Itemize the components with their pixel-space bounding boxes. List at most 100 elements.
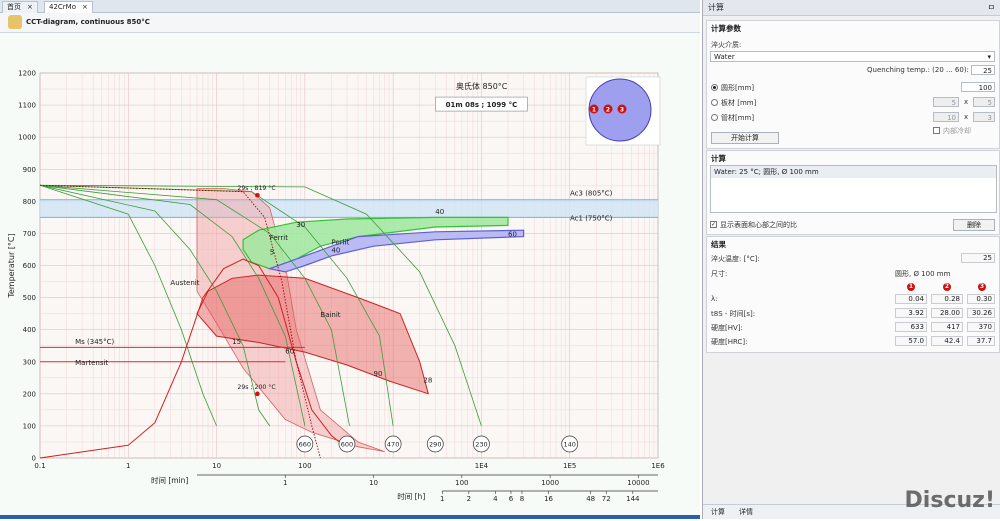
chevron-down-icon: ▾ xyxy=(987,53,991,61)
hardness-label-290: 290 xyxy=(429,441,441,449)
y-tick-label: 200 xyxy=(23,390,36,398)
y-tick-label: 800 xyxy=(23,198,36,206)
status-bar xyxy=(0,515,700,519)
tab-home[interactable]: 首页 × xyxy=(2,1,38,13)
min-axis-label: 时间 [min] xyxy=(151,475,188,485)
size-value: 圆形, Ø 100 mm xyxy=(895,270,951,278)
cct-chart-area: Ac3 (805°C) Ac1 (750°C) 0 100 200 300 400 500 60… xyxy=(0,33,700,519)
x-tick-label: 1E4 xyxy=(475,462,489,470)
quench-temp-label: Quenching temp.: (20 ... 60): xyxy=(867,66,969,74)
y-tick-label: 500 xyxy=(23,294,36,302)
inset-point-label-1: 1 xyxy=(592,107,596,114)
austenit-label: Austenit xyxy=(170,279,199,287)
min-tick-label: 10 xyxy=(369,479,378,487)
tab-42crmo[interactable]: 42CrMo × xyxy=(44,1,93,13)
zone-value-label: 90 xyxy=(374,370,383,378)
inner-cooling-checkbox[interactable] xyxy=(933,127,940,134)
zone-value-label: 30 xyxy=(296,221,305,229)
y-tick-label: 400 xyxy=(23,326,36,334)
hour-tick-label: 1 xyxy=(440,495,444,503)
hardness-label-470: 470 xyxy=(387,441,399,449)
y-tick-label: 1200 xyxy=(18,70,36,78)
tube-label: 管材[mm] xyxy=(721,114,755,122)
plate-a-input[interactable]: 5 xyxy=(933,97,959,107)
hour-tick-label: 16 xyxy=(544,495,553,503)
ac-band xyxy=(40,199,658,218)
hv-1: 633 xyxy=(895,322,927,332)
zone-value-label: 60 xyxy=(508,231,517,239)
x-tick-label: 1E5 xyxy=(563,462,576,470)
medium-select[interactable]: Water ▾ xyxy=(710,51,995,62)
tube-b-input[interactable]: 3 xyxy=(973,112,995,122)
close-icon[interactable]: × xyxy=(27,3,33,11)
zone-value-label: 40 xyxy=(331,247,340,255)
radio-round[interactable] xyxy=(711,84,718,91)
start-calc-button[interactable]: 开始计算 xyxy=(711,132,779,144)
ac3-label: Ac3 (805°C) xyxy=(570,190,613,198)
pin-icon[interactable]: ㅁ xyxy=(988,0,995,15)
calc-list[interactable]: Water: 25 °C; 圆形, Ø 100 mm xyxy=(710,165,997,213)
y-tick-label: 700 xyxy=(23,230,36,238)
min-tick-label: 1 xyxy=(283,479,287,487)
radio-plate[interactable] xyxy=(711,99,718,106)
page-title: CCT-diagram, continuous 850°C xyxy=(26,18,150,26)
info-box-text: 01m 08s ; 1099 °C xyxy=(446,101,518,109)
bainit-label: Bainit xyxy=(320,311,340,319)
zone-value-label: 60 xyxy=(285,348,294,356)
document-header: CCT-diagram, continuous 850°C xyxy=(0,13,700,33)
medium-value: Water xyxy=(714,53,735,61)
round-diameter-input[interactable]: 100 xyxy=(961,82,995,92)
hour-tick-label: 48 xyxy=(586,495,595,503)
radio-tube[interactable] xyxy=(711,114,718,121)
x-tick-label: 100 xyxy=(298,462,311,470)
show-ratio-checkbox[interactable]: ✓ xyxy=(710,221,717,228)
hour-tick-label: 72 xyxy=(602,495,611,503)
point-3-badge: 3 xyxy=(978,283,986,291)
x-tick-label: 1E6 xyxy=(651,462,665,470)
close-icon[interactable]: × xyxy=(82,3,88,11)
hrc-3: 37.7 xyxy=(967,336,995,346)
hrc-label: 硬度[HRC]: xyxy=(711,338,748,346)
tab-details[interactable]: 详情 xyxy=(739,507,753,517)
medium-label: 淬火介质: xyxy=(711,41,742,49)
cct-chart[interactable]: Ac3 (805°C)Ac1 (750°C)010020030040050060… xyxy=(0,33,700,519)
size-label: 尺寸: xyxy=(711,270,728,278)
tab-home-label: 首页 xyxy=(7,3,21,11)
calc-section: 计算 Water: 25 °C; 圆形, Ø 100 mm ✓ 显示表面和心部之… xyxy=(706,150,1000,235)
y-tick-label: 100 xyxy=(23,422,36,430)
hv-label: 硬度[HV]: xyxy=(711,324,743,332)
tube-a-input[interactable]: 10 xyxy=(933,112,959,122)
zone-value-label: 28 xyxy=(423,377,432,385)
show-ratio-label: 显示表面和心部之间的比 xyxy=(720,221,797,229)
hv-2: 417 xyxy=(931,322,963,332)
list-item[interactable]: Water: 25 °C; 圆形, Ø 100 mm xyxy=(711,166,996,178)
y-axis-label: Temperatur [°C] xyxy=(7,233,16,298)
ferrit-label: Ferrit xyxy=(270,234,289,242)
plate-label: 板材 [mm] xyxy=(721,99,757,107)
point-1-badge: 1 xyxy=(907,283,915,291)
t85-2: 28.00 xyxy=(931,308,963,318)
hour-tick-label: 144 xyxy=(626,495,640,503)
hardness-label-140: 140 xyxy=(564,441,576,449)
results-title: 结果 xyxy=(711,240,726,249)
tab-calc[interactable]: 计算 xyxy=(711,507,725,517)
plate-x: x xyxy=(964,98,969,106)
plate-b-input[interactable]: 5 xyxy=(973,97,995,107)
martensit-label: Martensit xyxy=(75,359,108,367)
hour-axis-label: 时间 [h] xyxy=(397,491,425,501)
panel-header: 计算 ㅁ xyxy=(703,0,1000,16)
watermark-logo: Discuz! xyxy=(904,488,995,513)
point-2-badge: 2 xyxy=(943,283,951,291)
round-label: 圆形[mm] xyxy=(721,84,755,92)
hardness-label-230: 230 xyxy=(475,441,487,449)
marker-point-1 xyxy=(255,192,260,198)
y-tick-label: 300 xyxy=(23,358,36,366)
result-temp-label: 淬火温度: [°C]: xyxy=(711,255,760,263)
delete-button[interactable]: 删除 xyxy=(953,219,995,231)
min-tick-label: 1000 xyxy=(541,479,559,487)
chart-title: 奥氏体 850°C xyxy=(456,81,508,91)
min-tick-label: 10000 xyxy=(627,479,649,487)
quench-temp-input[interactable]: 25 xyxy=(971,65,995,75)
zone-value-label: 40 xyxy=(435,208,444,216)
diagram-search-icon xyxy=(8,15,22,29)
